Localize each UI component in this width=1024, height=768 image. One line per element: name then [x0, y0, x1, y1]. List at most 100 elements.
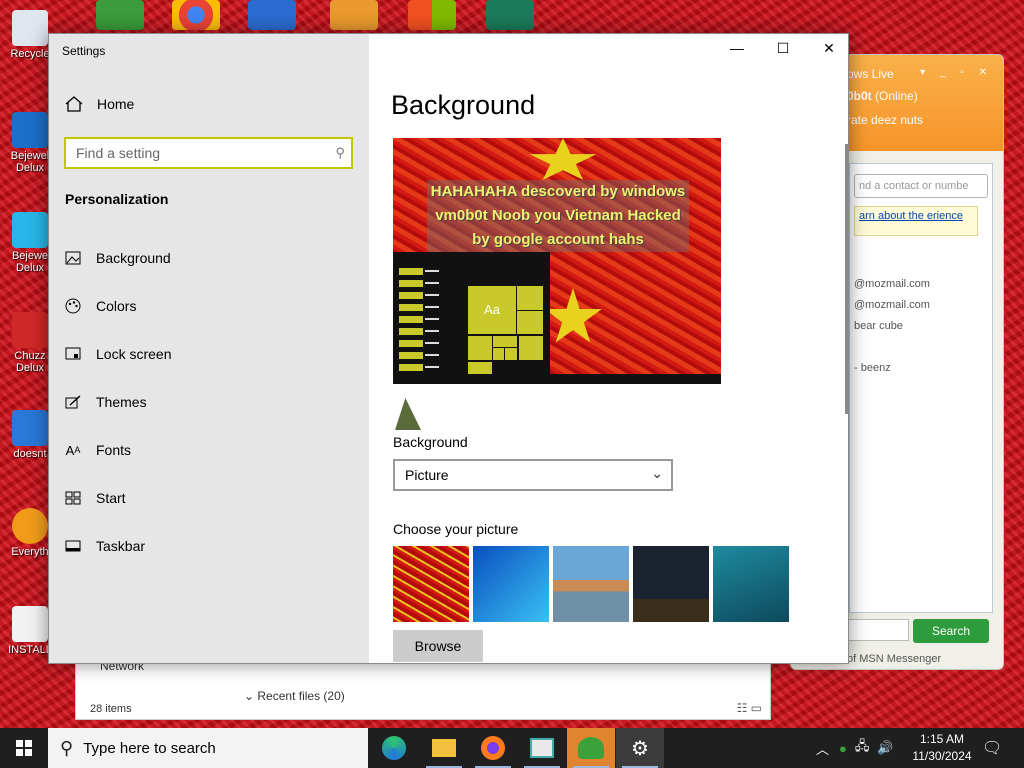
- settings-window[interactable]: Settings Home Find a setting ⚲ Personali…: [48, 33, 849, 664]
- taskbar-search-placeholder: Type here to search: [83, 739, 216, 757]
- section-title: Personalization: [65, 191, 169, 207]
- sidebar-item-themes[interactable]: Themes: [65, 394, 147, 410]
- home-link[interactable]: Home: [65, 96, 134, 112]
- contact-item[interactable]: - beenz: [854, 362, 992, 383]
- clock-date: 11/30/2024: [912, 749, 972, 763]
- contact-item[interactable]: bear cube: [854, 320, 992, 341]
- browse-button[interactable]: Browse: [393, 630, 483, 662]
- app-shortcut-icon: [12, 410, 48, 446]
- msn-user[interactable]: 0b0t (Online): [847, 89, 993, 103]
- sidebar-item-label: Background: [96, 250, 171, 266]
- maximize-button[interactable]: ☐: [763, 40, 803, 57]
- msn-window-controls[interactable]: ▾ _ ▫ ✕: [920, 67, 993, 78]
- everything-search-icon: [12, 508, 48, 544]
- msn-search-button[interactable]: Search: [913, 619, 989, 643]
- taskbar-icon: [65, 538, 81, 554]
- taskbar: ⚲ Type here to search ⚙ ︿ ● 🖧 🔊 1:15 AM …: [0, 728, 1024, 768]
- sidebar-item-label: Start: [96, 490, 126, 506]
- sidebar-item-lock-screen[interactable]: Lock screen: [65, 346, 171, 362]
- wallpaper-thumbnail-icon: [395, 398, 421, 430]
- preview-taskbar: [393, 374, 721, 384]
- contact-item[interactable]: @mozmail.com: [854, 278, 992, 299]
- picture-icon: [65, 250, 81, 266]
- sidebar-item-fonts[interactable]: AA Fonts: [65, 442, 131, 458]
- chevron-up-icon[interactable]: ︿: [816, 739, 829, 758]
- system-tray: ︿ ● 🖧 🔊: [816, 728, 894, 768]
- msn-contact-search[interactable]: nd a contact or numbe: [854, 174, 988, 198]
- sidebar-item-colors[interactable]: Colors: [65, 298, 136, 314]
- taskbar-settings[interactable]: ⚙: [616, 728, 664, 768]
- brush-icon: [65, 394, 81, 410]
- window-title: Settings: [62, 44, 106, 58]
- msn-personal-message[interactable]: rate deez nuts: [847, 113, 993, 127]
- clock-time: 1:15 AM: [919, 732, 965, 746]
- windows-logo-icon: [16, 740, 32, 756]
- msn-tray-icon[interactable]: ●: [839, 741, 847, 756]
- taskbar-app[interactable]: [518, 728, 566, 768]
- recent-files-group[interactable]: ⌄ Recent files (20): [244, 689, 345, 703]
- background-type-select[interactable]: Picture ⌄: [393, 459, 673, 491]
- minimize-button[interactable]: —: [717, 40, 757, 56]
- network-icon[interactable]: 🖧: [855, 737, 870, 759]
- app-shortcut-icon[interactable]: [96, 0, 144, 30]
- item-count: 28 items: [90, 703, 132, 715]
- start-grid-icon: [65, 490, 81, 506]
- bejeweled-gem-icon: [12, 212, 48, 248]
- sidebar-item-background[interactable]: Background: [65, 250, 171, 266]
- recent-files-label: Recent files (20): [257, 689, 345, 703]
- background-label: Background: [393, 434, 468, 450]
- settings-content: — ☐ ✕ Background HAHAHAHA descoverd by w…: [369, 34, 848, 663]
- preview-banner-text: HAHAHAHA descoverd by windows vm0b0t Noo…: [427, 180, 689, 252]
- scrollbar[interactable]: [845, 144, 848, 414]
- start-button[interactable]: [0, 728, 48, 768]
- taskbar-firefox[interactable]: [469, 728, 517, 768]
- star-shape: [544, 288, 602, 343]
- picture-option-3[interactable]: [553, 546, 629, 622]
- search-icon: ⚲: [60, 737, 74, 758]
- find-setting-input[interactable]: Find a setting ⚲: [64, 137, 353, 169]
- background-type-value: Picture: [405, 467, 449, 483]
- picture-option-4[interactable]: [633, 546, 709, 622]
- picture-option-5[interactable]: [713, 546, 789, 622]
- app-shortcut-icon[interactable]: [486, 0, 534, 30]
- chrome-icon[interactable]: [172, 0, 220, 30]
- app-shortcut-icon[interactable]: [248, 0, 296, 30]
- msn-contact-list: @mozmail.com @mozmail.com bear cube - be…: [850, 278, 992, 383]
- taskbar-msn[interactable]: [567, 728, 615, 768]
- lock-screen-icon: [65, 346, 81, 362]
- sidebar-item-start[interactable]: Start: [65, 490, 126, 506]
- sidebar-item-taskbar[interactable]: Taskbar: [65, 538, 145, 554]
- volume-icon[interactable]: 🔊: [877, 740, 893, 756]
- msn-web-search-input[interactable]: [847, 619, 909, 641]
- sidebar-item-label: Lock screen: [96, 346, 172, 362]
- sidebar-item-label: Taskbar: [96, 538, 146, 554]
- chevron-down-icon: ⌄: [651, 465, 663, 481]
- search-placeholder: Find a setting: [76, 145, 161, 161]
- msn-buddy-icon: [578, 737, 604, 759]
- taskbar-file-explorer[interactable]: [420, 728, 468, 768]
- home-icon: [65, 96, 83, 112]
- taskbar-edge[interactable]: [370, 728, 418, 768]
- contact-item[interactable]: [854, 341, 992, 362]
- taskbar-search-box[interactable]: ⚲ Type here to search: [48, 728, 368, 768]
- contact-item[interactable]: @mozmail.com: [854, 299, 992, 320]
- msn-username: 0b0t: [847, 89, 872, 103]
- chuzzle-icon: [12, 312, 48, 348]
- gear-icon: ⚙: [631, 737, 649, 760]
- search-icon: ⚲: [335, 145, 345, 160]
- choose-picture-label: Choose your picture: [393, 521, 519, 537]
- view-toggle-icons[interactable]: ☷ ▭: [737, 701, 762, 715]
- app-shortcut-icon[interactable]: [330, 0, 378, 30]
- close-button[interactable]: ✕: [809, 40, 848, 57]
- msn-contact-pane: nd a contact or numbe arn about the erie…: [849, 163, 993, 613]
- msn-footer-text: of MSN Messenger: [847, 653, 942, 665]
- picture-option-2[interactable]: [473, 546, 549, 622]
- background-preview: HAHAHAHA descoverd by windows vm0b0t Noo…: [393, 138, 721, 384]
- page-title: Background: [391, 90, 536, 120]
- windows-logo-icon[interactable]: [408, 0, 456, 30]
- notifications-button[interactable]: 🗨: [982, 728, 1002, 768]
- msn-info-link[interactable]: arn about the erience: [854, 206, 978, 236]
- picture-option-1[interactable]: [393, 546, 469, 622]
- clock[interactable]: 1:15 AM 11/30/2024: [910, 731, 974, 765]
- notification-icon: 🗨: [982, 740, 1003, 757]
